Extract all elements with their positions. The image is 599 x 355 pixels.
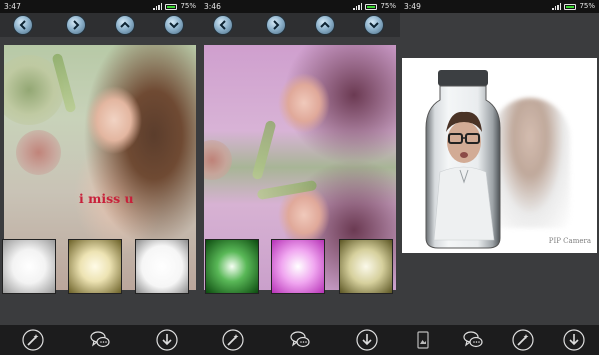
effects-button[interactable]	[222, 329, 244, 351]
status-bar: 3:47 75%	[0, 0, 200, 13]
battery-percent: 75%	[579, 2, 595, 10]
screen-2: 3:46 75%	[200, 0, 400, 355]
status-time: 3:46	[204, 2, 221, 11]
arrow-up-button[interactable]	[115, 15, 135, 35]
text-sticker[interactable]: i miss u	[79, 191, 134, 206]
frame-thumbnail[interactable]	[271, 239, 325, 294]
text-button[interactable]	[289, 329, 311, 351]
arrow-right-icon	[73, 20, 80, 30]
battery-icon	[564, 3, 577, 10]
move-toolbar	[200, 13, 400, 37]
bottom-toolbar	[200, 325, 400, 355]
background-portrait	[490, 98, 570, 228]
bottom-toolbar	[400, 325, 599, 355]
text-button[interactable]	[462, 329, 484, 351]
arrow-right-button[interactable]	[66, 15, 86, 35]
save-button[interactable]	[563, 329, 585, 351]
download-icon	[563, 329, 585, 351]
frame-thumbnail[interactable]	[68, 239, 122, 294]
gallery-button[interactable]	[412, 329, 434, 351]
status-bar: 3:49 75%	[400, 0, 599, 13]
magic-wand-icon	[222, 329, 244, 351]
frame-thumbnail[interactable]	[339, 239, 393, 294]
screenshot-collage: 3:47 75% i miss u 3:46 75% 3:49 75% PIP …	[0, 0, 599, 355]
signal-icon	[552, 3, 562, 10]
save-button[interactable]	[156, 329, 178, 351]
magic-wand-icon	[22, 329, 44, 351]
arrow-left-button[interactable]	[13, 15, 33, 35]
chat-bubbles-icon	[463, 331, 483, 348]
pip-photo[interactable]: PIP Camera	[402, 58, 597, 253]
frame-thumbnail[interactable]	[205, 239, 259, 294]
frame-thumbnail[interactable]	[2, 239, 56, 294]
move-toolbar	[0, 13, 200, 37]
frame-thumbnails	[0, 239, 200, 294]
chat-bubbles-icon	[290, 331, 310, 348]
battery-icon	[365, 3, 378, 10]
arrow-up-button[interactable]	[315, 15, 335, 35]
arrow-left-icon	[219, 20, 226, 30]
arrow-down-icon	[369, 22, 379, 29]
battery-percent: 75%	[380, 2, 396, 10]
arrow-down-button[interactable]	[164, 15, 184, 35]
download-icon	[156, 329, 178, 351]
signal-icon	[153, 3, 163, 10]
battery-icon	[165, 3, 178, 10]
watermark: PIP Camera	[548, 237, 591, 245]
arrow-left-button[interactable]	[213, 15, 233, 35]
screen-3: 3:49 75% PIP Camera	[400, 0, 599, 355]
frame-thumbnail[interactable]	[135, 239, 189, 294]
status-bar: 3:46 75%	[200, 0, 400, 13]
status-time: 3:49	[404, 2, 421, 11]
arrow-right-icon	[273, 20, 280, 30]
bottom-toolbar	[0, 325, 200, 355]
chat-bubbles-icon	[90, 331, 110, 348]
effects-button[interactable]	[22, 329, 44, 351]
arrow-down-button[interactable]	[364, 15, 384, 35]
status-time: 3:47	[4, 2, 21, 11]
signal-icon	[353, 3, 363, 10]
magic-wand-icon	[512, 329, 534, 351]
arrow-left-icon	[19, 20, 26, 30]
arrow-down-icon	[169, 22, 179, 29]
screen-1: 3:47 75% i miss u	[0, 0, 200, 355]
flower-overlay	[16, 130, 61, 175]
arrow-up-icon	[320, 21, 330, 28]
arrow-right-button[interactable]	[266, 15, 286, 35]
battery-percent: 75%	[180, 2, 196, 10]
gallery-icon	[417, 331, 429, 349]
text-button[interactable]	[89, 329, 111, 351]
frame-thumbnails	[200, 239, 400, 294]
effects-button[interactable]	[512, 329, 534, 351]
download-icon	[356, 329, 378, 351]
save-button[interactable]	[356, 329, 378, 351]
arrow-up-icon	[120, 21, 130, 28]
glass-jar-frame	[425, 70, 501, 249]
